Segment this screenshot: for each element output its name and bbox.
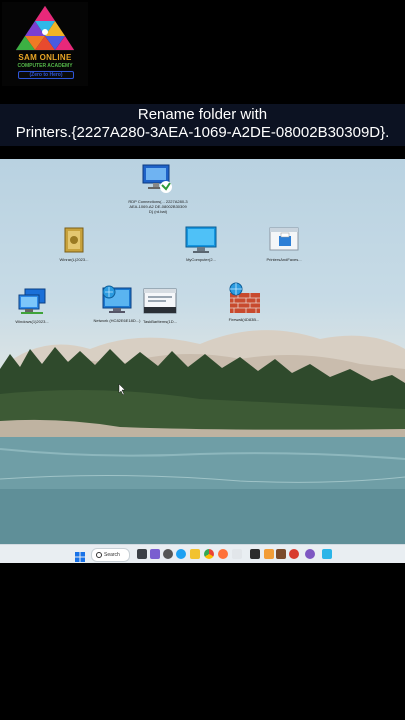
desktop-icon-firewall[interactable]: Firewall(4D83B... [214, 281, 274, 322]
wallpaper-lake-landscape [0, 330, 405, 547]
monitor-icon [185, 226, 217, 253]
app-icon[interactable] [276, 549, 286, 559]
firewall-brick-icon [229, 282, 260, 313]
logo-tagline: (Zero to Hero) [18, 71, 74, 79]
search-icon [96, 552, 102, 558]
taskbar-window-icon [143, 288, 177, 314]
task-view-icon[interactable] [137, 549, 147, 559]
icon-label: Windows(1)2023... [15, 319, 49, 324]
start-icon[interactable] [75, 549, 85, 562]
desktop-icon-rdp-connections[interactable]: RDP Connections(... 2227A280-3AEA-1069-A… [128, 163, 188, 214]
windows-desktop[interactable]: RDP Connections(... 2227A280-3AEA-1069-A… [0, 159, 405, 563]
caption-line-2: Printers.{2227A280-3AEA-1069-A2DE-08002B… [15, 124, 390, 141]
app-icon[interactable] [322, 549, 332, 559]
logo-name: SAM ONLINE [18, 53, 72, 62]
settings-icon[interactable] [163, 549, 173, 559]
chat-icon[interactable] [150, 549, 160, 559]
desktop-icon-winrar[interactable]: Winrar(L)2023... [44, 225, 104, 262]
file-explorer-icon[interactable] [190, 549, 200, 559]
taskbar-search-box[interactable]: Search [91, 548, 130, 562]
taskbar: Search [0, 544, 405, 563]
icon-label: Winrar(L)2023... [59, 257, 89, 262]
video-caption: Rename folder with Printers.{2227A280-3A… [0, 104, 405, 146]
record-icon[interactable] [289, 549, 299, 559]
computers-network-icon [18, 288, 46, 314]
archive-icon [64, 227, 84, 253]
logo-subtitle: COMPUTER ACADEMY [17, 63, 73, 69]
caption-line-1: Rename folder with [137, 106, 268, 123]
browser-icon[interactable] [305, 549, 315, 559]
icon-label: PrintersAndFaxes... [266, 257, 302, 262]
desktop-icon-taskbar-items[interactable]: TaskBarItems(1D... [130, 287, 190, 324]
icon-label: MyComputer(2... [186, 257, 216, 262]
icon-label: TaskBarItems(1D... [142, 319, 177, 324]
printers-folder-icon [269, 227, 299, 251]
edge-icon[interactable] [176, 549, 186, 559]
icon-label: Firewall(4D83B... [228, 317, 260, 322]
terminal-icon[interactable] [250, 549, 260, 559]
search-label: Search [104, 552, 120, 558]
desktop-icon-printers-and-faxes[interactable]: PrintersAndFaxes... [254, 225, 314, 262]
desktop-icon-windows[interactable]: Windows(1)2023... [2, 287, 62, 324]
remote-desktop-icon [142, 164, 172, 193]
icon-label: RDP Connections(... 2227A280-3AEA-1069-A… [128, 199, 188, 214]
app-icon[interactable] [232, 549, 242, 559]
channel-logo: SAM ONLINE COMPUTER ACADEMY (Zero to Her… [2, 2, 88, 86]
desktop-icon-mycomputer[interactable]: MyComputer(2... [171, 225, 231, 262]
app-icon[interactable] [264, 549, 274, 559]
chrome-icon[interactable] [204, 549, 214, 559]
firefox-icon[interactable] [218, 549, 228, 559]
